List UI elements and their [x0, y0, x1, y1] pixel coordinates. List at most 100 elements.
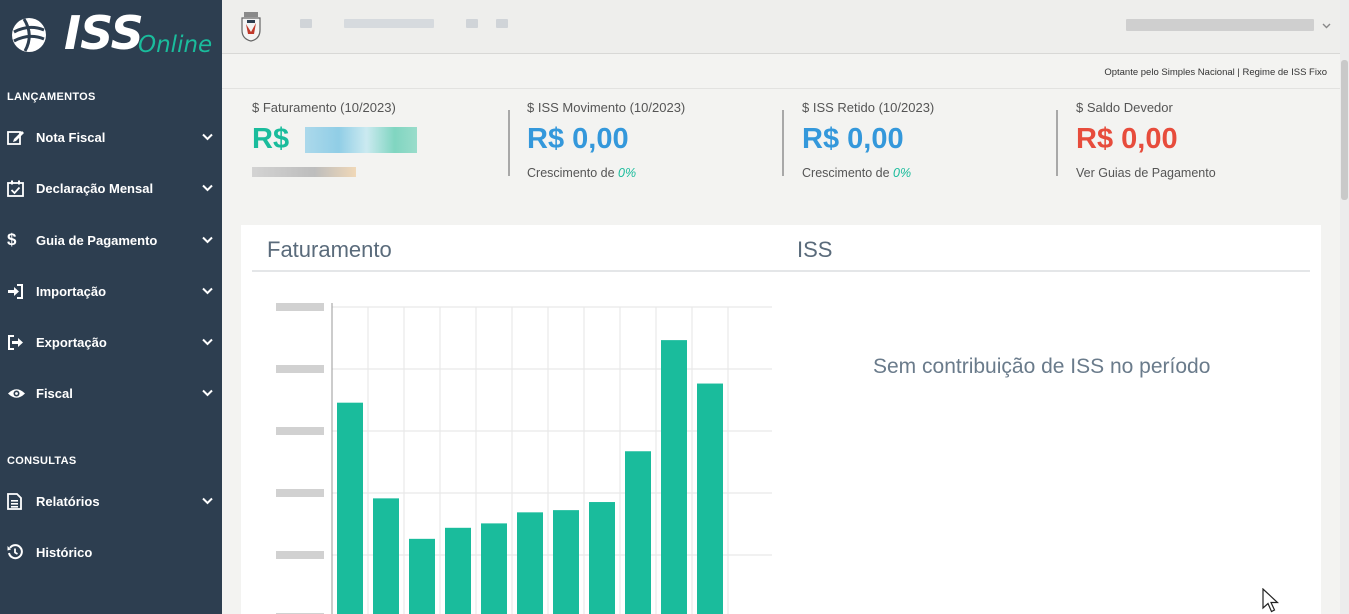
brand-logo[interactable]: ISS Online	[0, 0, 222, 80]
sidebar-item-importacao[interactable]: Importação	[0, 271, 222, 311]
sign-out-icon	[0, 334, 36, 350]
redacted-text	[344, 19, 434, 28]
chart-bar	[373, 498, 399, 614]
calendar-check-icon	[0, 180, 36, 197]
stat-value: R$ 0,00	[802, 123, 904, 155]
stat-divider	[508, 110, 510, 176]
sidebar-item-label: Guia de Pagamento	[36, 232, 158, 248]
section-consultas: CONSULTAS	[7, 455, 77, 467]
regime-bar: Optante pelo Simples Nacional | Regime d…	[222, 55, 1341, 89]
stat-growth: Crescimento de 0%	[802, 166, 1062, 180]
stat-saldo-devedor: $ Saldo Devedor R$ 0,00 Ver Guias de Pag…	[1076, 100, 1336, 190]
topbar	[222, 0, 1349, 54]
stat-label: $ ISS Retido (10/2023)	[802, 100, 935, 115]
stat-growth-label: Crescimento de	[527, 166, 619, 180]
chart-bar	[553, 510, 579, 614]
chart-bar	[337, 402, 363, 614]
sidebar-item-label: Histórico	[36, 544, 93, 560]
chevron-down-icon	[192, 497, 222, 505]
sidebar-item-label: Exportação	[36, 334, 107, 350]
redacted-tick-label	[276, 303, 324, 311]
regime-text: Optante pelo Simples Nacional | Regime d…	[1104, 67, 1327, 78]
sidebar-item-fiscal[interactable]: Fiscal	[0, 373, 222, 413]
chevron-down-icon	[192, 287, 222, 295]
document-icon	[0, 492, 36, 510]
chart-bar	[481, 523, 507, 614]
iss-title: ISS	[797, 237, 833, 262]
edit-icon	[0, 129, 36, 145]
stat-label: $ Faturamento (10/2023)	[252, 100, 396, 115]
stat-value: R$ 0,00	[1076, 123, 1178, 155]
chart-bar	[445, 527, 471, 614]
sidebar-item-historico[interactable]: Histórico	[0, 532, 222, 572]
brand-suffix: Online	[138, 32, 213, 58]
sidebar-item-guia-pagamento[interactable]: $ Guia de Pagamento	[0, 220, 222, 260]
chart-bar	[409, 538, 435, 614]
chart-bar	[589, 502, 615, 614]
sidebar-item-nota-fiscal[interactable]: Nota Fiscal	[0, 117, 222, 157]
dollar-icon: $	[7, 230, 17, 249]
redacted-tick-label	[276, 551, 324, 559]
globe-icon	[10, 16, 48, 59]
stat-value: R$	[252, 123, 512, 156]
sidebar-item-label: Importação	[36, 283, 107, 299]
chevron-down-icon	[192, 389, 222, 397]
stat-growth-value: 0%	[618, 166, 637, 180]
stat-divider	[1056, 110, 1058, 176]
stat-iss-movimento: $ ISS Movimento (10/2023) R$ 0,00 Cresci…	[527, 100, 787, 190]
sidebar-item-relatorios[interactable]: Relatórios	[0, 481, 222, 521]
iss-empty-message: Sem contribuição de ISS no período	[873, 355, 1211, 378]
user-menu[interactable]	[1126, 16, 1331, 34]
redacted-tick-label	[276, 489, 324, 497]
brand-name: ISS	[64, 6, 144, 60]
redacted-tick-label	[276, 365, 324, 373]
sidebar: ISS Online LANÇAMENTOS Nota Fiscal Decla…	[0, 0, 222, 614]
stat-growth: Crescimento de 0%	[527, 166, 787, 180]
stat-growth-label: Crescimento de	[802, 166, 894, 180]
redacted-user-name	[1126, 19, 1314, 31]
stat-iss-retido: $ ISS Retido (10/2023) R$ 0,00 Crescimen…	[802, 100, 1062, 190]
chevron-down-icon	[192, 236, 222, 244]
sidebar-item-label: Fiscal	[36, 385, 73, 401]
chart-bar	[517, 512, 543, 614]
vertical-scrollbar[interactable]	[1340, 0, 1349, 614]
chevron-down-icon	[192, 184, 222, 192]
sign-in-icon	[0, 283, 36, 299]
sidebar-item-exportacao[interactable]: Exportação	[0, 322, 222, 362]
ver-guias-link[interactable]: Ver Guias de Pagamento	[1076, 166, 1336, 180]
stat-value: R$ 0,00	[527, 123, 629, 155]
chevron-down-icon	[192, 133, 222, 141]
municipality-crest-icon	[240, 12, 262, 47]
redacted-text	[496, 19, 508, 28]
redacted-value	[305, 126, 418, 153]
chart-bar	[625, 451, 651, 614]
faturamento-chart	[276, 303, 772, 614]
stat-value-text: R$	[252, 123, 290, 155]
sidebar-item-label: Declaração Mensal	[36, 180, 154, 196]
stat-faturamento: $ Faturamento (10/2023) R$	[252, 100, 512, 190]
stat-label: $ Saldo Devedor	[1076, 100, 1173, 115]
chevron-down-icon	[192, 338, 222, 346]
section-lancamentos: LANÇAMENTOS	[7, 91, 96, 103]
panel-header: Faturamento ISS	[252, 225, 1310, 272]
redacted-tick-label	[276, 427, 324, 435]
chart-bar	[661, 340, 687, 614]
dashboard-panel: Faturamento ISS Sem contribuição de ISS …	[241, 225, 1321, 614]
eye-icon	[0, 387, 36, 400]
faturamento-title: Faturamento	[267, 237, 392, 262]
stat-divider	[782, 110, 784, 176]
sidebar-item-declaracao-mensal[interactable]: Declaração Mensal	[0, 168, 222, 208]
sidebar-item-label: Nota Fiscal	[36, 129, 106, 145]
scrollbar-thumb[interactable]	[1341, 60, 1348, 200]
mouse-cursor-icon	[1262, 587, 1282, 614]
stat-growth-value: 0%	[893, 166, 912, 180]
sidebar-item-label: Relatórios	[36, 493, 100, 509]
redacted-text	[466, 19, 478, 28]
stat-label: $ ISS Movimento (10/2023)	[527, 100, 686, 115]
chevron-down-icon	[1322, 16, 1331, 34]
redacted-text	[300, 19, 312, 28]
redacted-subtext	[252, 166, 512, 180]
history-icon	[0, 544, 36, 560]
app-root: ISS Online LANÇAMENTOS Nota Fiscal Decla…	[0, 0, 1349, 614]
chart-bar	[697, 383, 723, 614]
